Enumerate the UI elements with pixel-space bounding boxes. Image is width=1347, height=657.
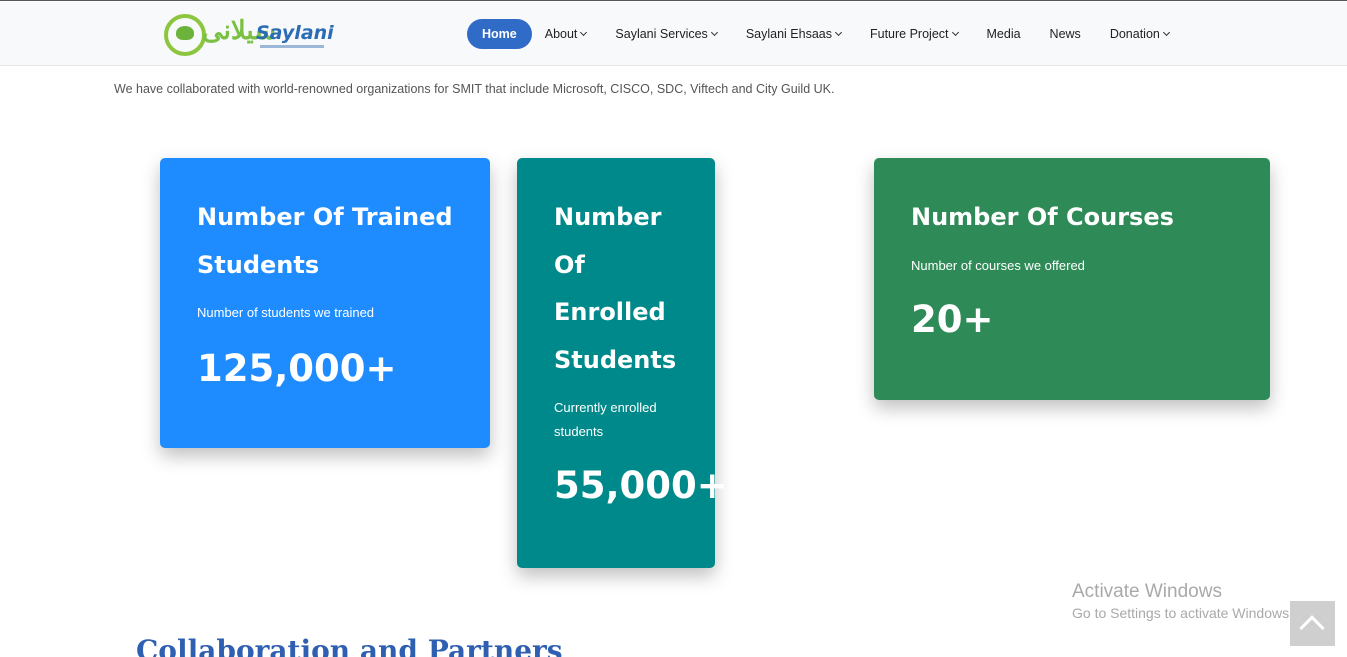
watermark-line-2: Go to Settings to activate Windows. <box>1072 605 1293 621</box>
nav-saylani-services[interactable]: Saylani Services <box>615 19 718 49</box>
saylani-logo[interactable]: سیلانی Saylani <box>164 14 334 58</box>
card-value: 55,000+ <box>554 464 728 507</box>
nav-saylani-ehsaas[interactable]: Saylani Ehsaas <box>746 19 843 49</box>
chevron-down-icon <box>710 28 718 37</box>
card-value: 125,000+ <box>197 347 397 390</box>
logo-underline <box>260 45 324 48</box>
chevron-down-icon <box>951 28 959 37</box>
section-title: Collaboration and Partners <box>136 634 563 657</box>
main-nav: Home About Saylani Services Saylani Ehsa… <box>467 19 1198 49</box>
scroll-to-top-button[interactable] <box>1290 601 1335 646</box>
intro-text: We have collaborated with world-renowned… <box>114 82 835 96</box>
card-title: Number Of Trained Students <box>197 203 453 279</box>
logo-brand-text: Saylani <box>256 22 334 44</box>
card-title: Number Of Enrolled Students <box>554 203 677 374</box>
nav-media[interactable]: Media <box>987 19 1021 49</box>
chevron-down-icon <box>580 28 588 37</box>
windows-activation-watermark: Activate Windows Go to Settings to activ… <box>1072 581 1293 621</box>
nav-donation[interactable]: Donation <box>1110 19 1170 49</box>
nav-news[interactable]: News <box>1050 19 1081 49</box>
nav-about[interactable]: About <box>545 19 588 49</box>
card-description: Number of courses we offered <box>911 257 1085 273</box>
chevron-down-icon <box>1162 28 1170 37</box>
chevron-down-icon <box>834 28 843 37</box>
card-value: 20+ <box>911 297 994 341</box>
trained-students-card: Number Of Trained Students Number of stu… <box>160 158 490 448</box>
logo-emblem-icon <box>164 14 206 56</box>
nav-home[interactable]: Home <box>467 19 532 49</box>
watermark-line-1: Activate Windows <box>1072 581 1222 602</box>
card-description: Number of students we trained <box>197 305 375 320</box>
card-title: Number Of Courses <box>911 203 1174 231</box>
nav-future-project[interactable]: Future Project <box>870 19 959 49</box>
courses-card: Number Of Courses Number of courses we o… <box>874 158 1270 400</box>
site-header: سیلانی Saylani Home About Saylani Servic… <box>0 2 1347 66</box>
card-description: Currently enrolled students <box>554 400 657 439</box>
chevron-up-icon <box>1299 615 1325 641</box>
enrolled-students-card: Number Of Enrolled Students Currently en… <box>517 158 728 568</box>
